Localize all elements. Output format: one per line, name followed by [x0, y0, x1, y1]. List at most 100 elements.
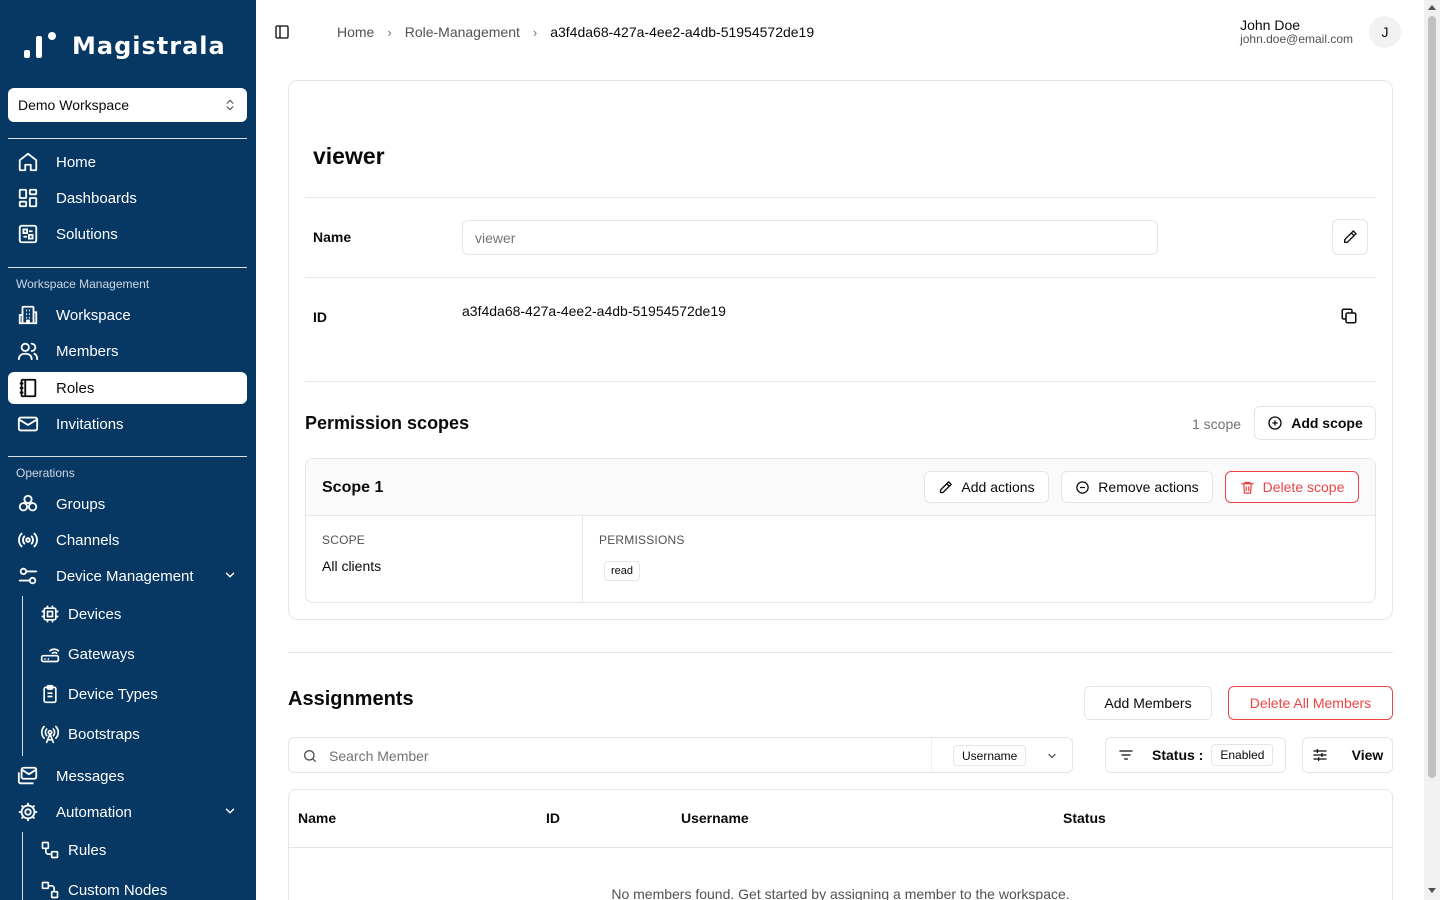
building-icon — [16, 303, 40, 327]
sidebar-item-label: Roles — [56, 379, 95, 397]
status-filter-button[interactable]: Status : Enabled — [1105, 737, 1286, 773]
user-email: john.doe@email.com — [1240, 32, 1353, 46]
page-scrollbar[interactable] — [1424, 0, 1440, 900]
sidebar-item-automation[interactable]: Automation — [8, 796, 247, 828]
sidebar-item-label: Dashboards — [56, 189, 137, 207]
user-name: John Doe — [1240, 17, 1301, 33]
chevron-down-icon — [225, 572, 235, 578]
delete-scope-label: Delete scope — [1262, 479, 1345, 495]
sidebar-toggle-button[interactable] — [274, 24, 290, 45]
sidebar-item-label: Automation — [56, 803, 132, 821]
notebook-icon — [16, 376, 40, 400]
dashboards-icon — [16, 186, 40, 210]
sidebar-item-label: Home — [56, 153, 97, 171]
breadcrumb-home[interactable]: Home — [337, 24, 374, 40]
sidebar-item-bootstraps[interactable]: Bootstraps — [30, 718, 247, 750]
page-title: viewer — [313, 143, 385, 169]
trash-icon — [1240, 481, 1254, 494]
sidebar-item-label: Workspace — [56, 306, 131, 324]
brand-name: Magistrala — [72, 32, 226, 60]
scope-value: All clients — [322, 558, 382, 574]
name-label: Name — [313, 229, 352, 245]
scroll-down-arrow-icon[interactable] — [1428, 888, 1436, 893]
sidebar-item-dashboards[interactable]: Dashboards — [8, 182, 247, 214]
workflow-icon — [40, 840, 60, 860]
view-options-button[interactable]: View — [1302, 737, 1393, 773]
edit-name-button[interactable] — [1332, 219, 1368, 255]
sidebar-item-label: Rules — [68, 841, 107, 859]
add-members-label: Add Members — [1104, 695, 1192, 711]
sidebar-item-device-management[interactable]: Device Management — [8, 560, 247, 592]
workspace-selector[interactable]: Demo Workspace — [8, 88, 247, 122]
search-member-input[interactable]: Search Member Username — [288, 737, 1073, 773]
sidebar-item-workspace[interactable]: Workspace — [8, 299, 247, 331]
breadcrumb-role-management[interactable]: Role-Management — [405, 24, 520, 40]
user-info[interactable]: John Doe john.doe@email.com — [1240, 17, 1353, 46]
brand-logo[interactable]: Magistrala — [22, 30, 226, 62]
scroll-up-arrow-icon[interactable] — [1428, 5, 1436, 10]
workspace-selector-value: Demo Workspace — [18, 97, 130, 113]
sidebar-item-label: Device Types — [68, 685, 158, 703]
members-table: Name ID Username Status No members found… — [288, 789, 1393, 900]
column-header-id[interactable]: ID — [546, 810, 560, 826]
chevron-down-icon[interactable] — [1046, 750, 1058, 762]
sidebar-item-custom-nodes[interactable]: Custom Nodes — [30, 874, 247, 900]
sidebar-item-messages[interactable]: Messages — [8, 760, 247, 792]
sidebar-item-solutions[interactable]: Solutions — [8, 218, 247, 250]
chevron-down-icon — [225, 808, 235, 814]
sidebar-item-home[interactable]: Home — [8, 146, 247, 178]
chevrons-up-down-icon — [226, 99, 234, 111]
permission-scopes-title: Permission scopes — [305, 413, 470, 433]
sidebar-item-label: Channels — [56, 531, 120, 549]
search-placeholder: Search Member — [329, 748, 429, 764]
role-id-value: a3f4da68-427a-4ee2-a4db-51954572de19 — [462, 303, 726, 319]
scroll-thumb[interactable] — [1428, 16, 1436, 778]
divider — [288, 652, 1393, 653]
sidebar-item-label: Invitations — [56, 415, 124, 433]
copy-id-button[interactable] — [1340, 307, 1358, 330]
delete-all-members-button[interactable]: Delete All Members — [1228, 686, 1393, 720]
add-members-button[interactable]: Add Members — [1084, 686, 1212, 720]
sidebar-item-channels[interactable]: Channels — [8, 524, 247, 556]
sidebar-item-gateways[interactable]: Gateways — [30, 638, 247, 670]
copy-icon — [1341, 308, 1357, 324]
sidebar-item-members[interactable]: Members — [8, 335, 247, 367]
column-header-name[interactable]: Name — [298, 810, 336, 826]
sidebar-item-label: Custom Nodes — [68, 881, 168, 899]
search-icon — [304, 750, 316, 762]
sidebar-item-roles[interactable]: Roles — [8, 372, 247, 404]
sidebar-item-invitations[interactable]: Invitations — [8, 408, 247, 440]
sidebar-divider — [8, 456, 247, 457]
assignments-title: Assignments — [288, 688, 414, 710]
role-name-field[interactable]: viewer — [462, 220, 1158, 255]
divider — [931, 738, 932, 772]
remove-actions-button[interactable]: Remove actions — [1061, 471, 1213, 503]
search-field-selector[interactable]: Username — [953, 745, 1027, 766]
sidebar-item-groups[interactable]: Groups — [8, 488, 247, 520]
minus-circle-icon — [1076, 480, 1090, 494]
sidebar-item-rules[interactable]: Rules — [30, 834, 247, 866]
add-scope-button[interactable]: Add scope — [1254, 406, 1376, 440]
divider — [305, 381, 1376, 382]
sidebar-item-device-types[interactable]: Device Types — [30, 678, 247, 710]
radio-icon — [16, 528, 40, 552]
scope-name: Scope 1 — [322, 479, 384, 496]
delete-scope-button[interactable]: Delete scope — [1225, 471, 1359, 503]
status-filter-label: Status : — [1152, 747, 1204, 763]
router-icon — [40, 644, 60, 664]
panel-left-icon — [275, 25, 289, 39]
id-label: ID — [313, 309, 327, 325]
delete-all-members-label: Delete All Members — [1249, 695, 1372, 711]
chevron-right-icon: › — [532, 24, 538, 40]
settings-sliders-icon — [16, 564, 40, 588]
sidebar-item-label: Devices — [68, 605, 122, 623]
groups-icon — [16, 492, 40, 516]
breadcrumb-current: a3f4da68-427a-4ee2-a4db-51954572de19 — [550, 24, 815, 40]
add-actions-button[interactable]: Add actions — [924, 471, 1049, 503]
sidebar-item-devices[interactable]: Devices — [30, 598, 247, 630]
column-header-username[interactable]: Username — [681, 810, 749, 826]
empty-state-message: No members found. Get started by assigni… — [611, 886, 1070, 900]
avatar[interactable]: J — [1369, 16, 1401, 48]
home-icon — [16, 150, 40, 174]
column-header-status[interactable]: Status — [1063, 810, 1106, 826]
